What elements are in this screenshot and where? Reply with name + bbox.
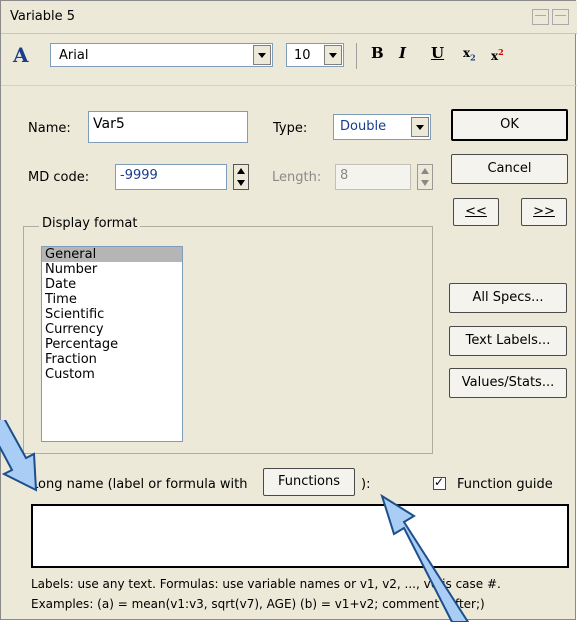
list-item[interactable]: General [42, 247, 182, 262]
toolbar-divider [356, 43, 357, 69]
ok-label: OK [500, 117, 519, 132]
length-spinner[interactable] [417, 164, 433, 190]
length-label: Length: [272, 170, 322, 185]
all-specs-label: All Specs... [472, 290, 544, 305]
chevron-down-icon[interactable] [324, 45, 342, 65]
text-labels-label: Text Labels... [465, 333, 551, 348]
font-size-select[interactable]: 10 [286, 43, 344, 67]
list-item[interactable]: Time [42, 292, 182, 307]
list-item[interactable]: Fraction [42, 352, 182, 367]
function-guide-label: Function guide [457, 477, 553, 492]
function-guide-checkbox[interactable]: ✓ [433, 475, 446, 490]
prev-variable-button[interactable]: << [453, 198, 499, 226]
md-code-value: -9999 [120, 168, 158, 183]
type-select[interactable]: Double [333, 114, 431, 140]
chevron-down-icon[interactable] [253, 45, 271, 65]
text-labels-button[interactable]: Text Labels... [449, 326, 567, 356]
font-color-icon[interactable]: A [13, 43, 29, 67]
name-field[interactable]: Var5 [88, 111, 248, 143]
prev-label: << [465, 204, 487, 219]
long-name-label: Long name (label or formula with [31, 477, 248, 492]
underline-button[interactable]: U [431, 44, 444, 62]
superscript-button[interactable]: x2 [491, 47, 504, 63]
window-title: Variable 5 [10, 9, 76, 24]
md-code-field[interactable]: -9999 [115, 164, 227, 190]
chevron-down-icon[interactable] [411, 117, 429, 137]
display-format-title: Display format [39, 216, 141, 231]
list-item[interactable]: Percentage [42, 337, 182, 352]
variable-dialog: Variable 5 A Arial 10 B I U x2 x2 Name: … [0, 0, 577, 620]
font-name-value: Arial [59, 48, 89, 63]
md-code-label: MD code: [28, 170, 90, 185]
italic-button[interactable]: I [399, 44, 406, 62]
long-name-input[interactable] [31, 504, 569, 568]
ok-button[interactable]: OK [451, 109, 568, 141]
title-bar[interactable]: Variable 5 [1, 1, 577, 34]
font-name-select[interactable]: Arial [50, 43, 273, 67]
minimize-icon[interactable] [532, 9, 549, 25]
list-item[interactable]: Date [42, 277, 182, 292]
functions-button[interactable]: Functions [263, 468, 355, 496]
window-controls [529, 9, 569, 29]
hint-line-1: Labels: use any text. Formulas: use vari… [31, 577, 501, 591]
name-label: Name: [28, 121, 71, 136]
all-specs-button[interactable]: All Specs... [449, 283, 567, 313]
type-label: Type: [273, 121, 308, 136]
list-item[interactable]: Number [42, 262, 182, 277]
list-item[interactable]: Currency [42, 322, 182, 337]
functions-label: Functions [277, 474, 341, 489]
display-format-list[interactable]: General Number Date Time Scientific Currency P… [41, 246, 183, 442]
list-item[interactable]: Custom [42, 367, 182, 382]
font-size-value: 10 [294, 48, 311, 63]
length-value: 8 [340, 168, 349, 183]
next-variable-button[interactable]: >> [521, 198, 567, 226]
bold-button[interactable]: B [371, 44, 384, 62]
next-label: >> [533, 204, 555, 219]
subscript-button[interactable]: x2 [463, 46, 476, 62]
length-field[interactable]: 8 [335, 164, 411, 190]
cancel-label: Cancel [487, 161, 532, 176]
cancel-button[interactable]: Cancel [451, 154, 568, 184]
subscript-icon: 2 [470, 52, 476, 63]
type-value: Double [340, 119, 387, 134]
values-stats-button[interactable]: Values/Stats... [449, 368, 567, 398]
restore-icon[interactable] [552, 9, 569, 25]
hint-line-2: Examples: (a) = mean(v1:v3, sqrt(v7), AG… [31, 597, 485, 611]
name-field-value: Var5 [93, 116, 125, 132]
toolbar-separator [1, 85, 577, 86]
values-stats-label: Values/Stats... [461, 375, 555, 390]
long-name-label-close: ): [361, 477, 371, 492]
superscript-icon: 2 [498, 47, 504, 57]
format-toolbar: A Arial 10 B I U x2 x2 [1, 34, 577, 82]
md-code-spinner[interactable] [233, 164, 249, 190]
check-icon: ✓ [434, 475, 445, 489]
list-item[interactable]: Scientific [42, 307, 182, 322]
